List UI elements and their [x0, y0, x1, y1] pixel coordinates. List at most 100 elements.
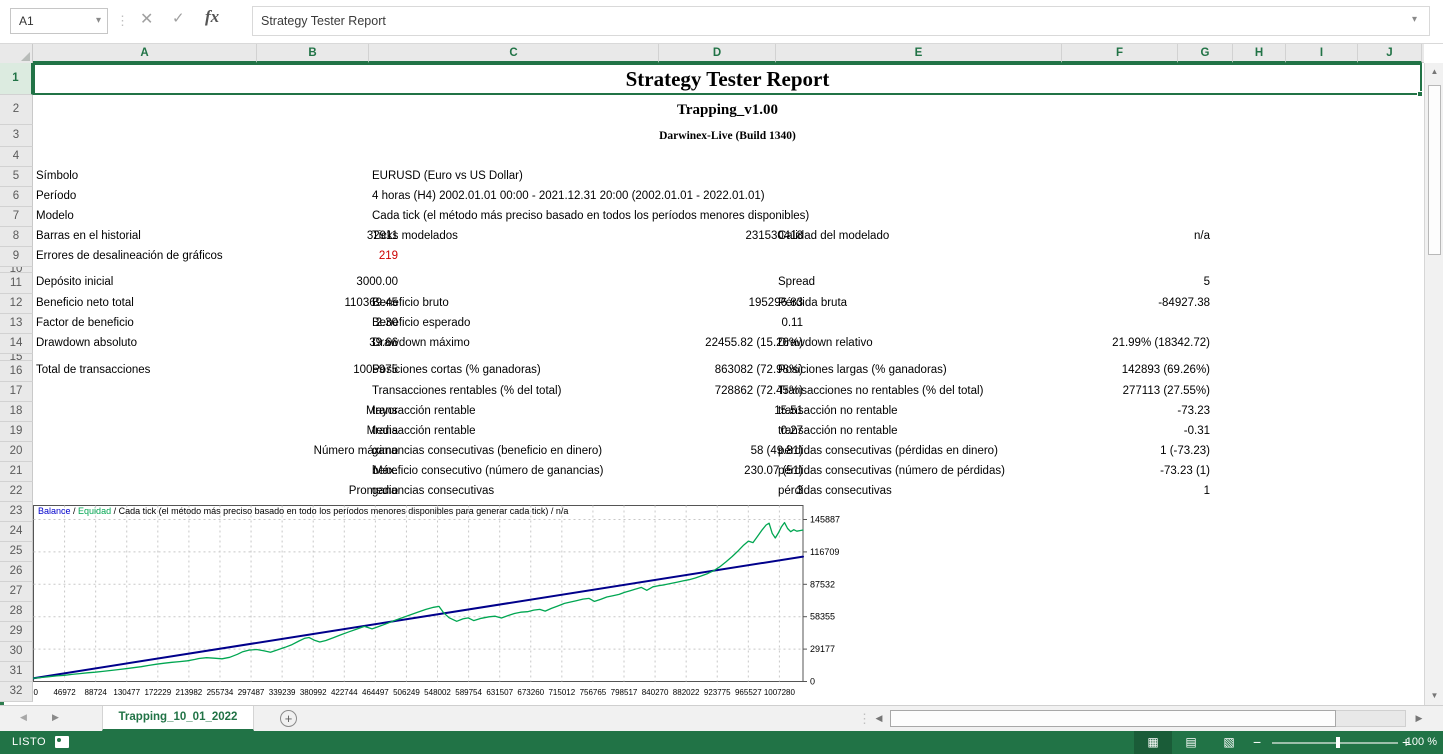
sheet-tab-active[interactable]: Trapping_10_01_2022: [102, 706, 254, 731]
row-header-31[interactable]: 31: [0, 662, 33, 682]
tab-scroll-left-icon[interactable]: ◀: [20, 712, 27, 723]
page-layout-view-button[interactable]: ▤: [1172, 731, 1210, 754]
cell[interactable]: pérdidas consecutivas (pérdidas en diner…: [778, 442, 1068, 462]
row-header-9[interactable]: 9: [0, 247, 33, 267]
enter-icon[interactable]: ✓: [172, 9, 185, 27]
zoom-out-button[interactable]: −: [1253, 734, 1261, 750]
row-header-4[interactable]: 4: [0, 147, 33, 167]
row-header-6[interactable]: 6: [0, 187, 33, 207]
row-header-7[interactable]: 7: [0, 207, 33, 227]
row-header-26[interactable]: 26: [0, 562, 33, 582]
zoom-slider-track[interactable]: [1272, 742, 1398, 744]
row-header-18[interactable]: 18: [0, 402, 33, 422]
column-header-E[interactable]: E: [776, 44, 1062, 63]
cell[interactable]: 22455.82 (15.26%): [591, 334, 803, 354]
name-box[interactable]: A1 ▾: [10, 8, 108, 34]
row-header-28[interactable]: 28: [0, 602, 33, 622]
select-all-corner[interactable]: [0, 44, 33, 63]
formula-bar-expand-icon[interactable]: ▾: [1412, 14, 1417, 25]
formula-input[interactable]: Strategy Tester Report: [252, 6, 1430, 36]
cell[interactable]: EURUSD (Euro vs US Dollar): [372, 167, 662, 187]
name-box-dropdown-icon[interactable]: ▾: [96, 9, 101, 33]
fill-handle[interactable]: [1417, 91, 1423, 97]
report-subtitle-cell[interactable]: Trapping_v1.00: [33, 95, 1422, 125]
cell[interactable]: Período: [36, 187, 258, 207]
cell[interactable]: Pérdida bruta: [778, 294, 1068, 314]
column-header-H[interactable]: H: [1233, 44, 1286, 63]
cell[interactable]: transacción no rentable: [778, 422, 1068, 442]
cell[interactable]: 195296.83: [591, 294, 803, 314]
row-header-15[interactable]: 15: [0, 354, 33, 361]
cell[interactable]: 1 (-73.23): [1068, 442, 1210, 462]
cell[interactable]: 3000.00: [271, 273, 398, 294]
row-header-1[interactable]: 1: [0, 63, 33, 95]
row-header-3[interactable]: 3: [0, 125, 33, 147]
row-header-12[interactable]: 12: [0, 294, 33, 314]
row-header-19[interactable]: 19: [0, 422, 33, 442]
row-header-20[interactable]: 20: [0, 442, 33, 462]
row-header-23[interactable]: 23: [0, 502, 33, 522]
cell[interactable]: 5: [1068, 273, 1210, 294]
row-header-5[interactable]: 5: [0, 167, 33, 187]
cell[interactable]: Total de transacciones: [36, 361, 258, 382]
row-header-21[interactable]: 21: [0, 462, 33, 482]
cell[interactable]: transacción no rentable: [778, 402, 1068, 422]
cell[interactable]: -73.23: [1068, 402, 1210, 422]
cell[interactable]: 4 horas (H4) 2002.01.01 00:00 - 2021.12.…: [372, 187, 662, 207]
cell[interactable]: 230.07 (51): [591, 462, 803, 482]
macro-record-icon[interactable]: [55, 736, 69, 748]
row-header-24[interactable]: 24: [0, 522, 33, 542]
cell[interactable]: Transacciones no rentables (% del total): [778, 382, 1068, 402]
cell[interactable]: 15.51: [591, 402, 803, 422]
column-header-J[interactable]: J: [1358, 44, 1422, 63]
cell[interactable]: 231530418: [591, 227, 803, 247]
cell[interactable]: Barras en el historial: [36, 227, 258, 247]
cell-error-count[interactable]: 219: [271, 247, 398, 267]
vertical-scrollbar[interactable]: ▲ ▼: [1424, 63, 1443, 705]
cell[interactable]: Posiciones largas (% ganadoras): [778, 361, 1068, 382]
cell[interactable]: Modelo: [36, 207, 258, 227]
row-header-22[interactable]: 22: [0, 482, 33, 502]
cell[interactable]: Drawdown absoluto: [36, 334, 258, 354]
column-header-A[interactable]: A: [33, 44, 257, 63]
cell[interactable]: -73.23 (1): [1068, 462, 1210, 482]
row-header-32[interactable]: 32: [0, 682, 33, 702]
cell[interactable]: 0.27: [591, 422, 803, 442]
cell[interactable]: 142893 (69.26%): [1068, 361, 1210, 382]
row-header-30[interactable]: 30: [0, 642, 33, 662]
row-header-17[interactable]: 17: [0, 382, 33, 402]
cell[interactable]: n/a: [1068, 227, 1210, 247]
row-header-2[interactable]: 2: [0, 95, 33, 125]
column-header-B[interactable]: B: [257, 44, 369, 63]
new-sheet-button[interactable]: +: [280, 710, 297, 727]
cell[interactable]: pérdidas consecutivas: [778, 482, 1068, 502]
cell[interactable]: Errores de desalineación de gráficos: [36, 247, 258, 267]
scroll-up-icon[interactable]: ▲: [1425, 67, 1443, 76]
row-header-8[interactable]: 8: [0, 227, 33, 247]
cell[interactable]: 728862 (72.45%): [591, 382, 803, 402]
hscroll-right-icon[interactable]: ▶: [1410, 710, 1428, 727]
cell[interactable]: 3: [591, 482, 803, 502]
column-header-C[interactable]: C: [369, 44, 659, 63]
report-build-cell[interactable]: Darwinex-Live (Build 1340): [33, 125, 1422, 147]
cell[interactable]: Símbolo: [36, 167, 258, 187]
hscroll-left-icon[interactable]: ◀: [870, 710, 888, 727]
horizontal-scroll-thumb[interactable]: [890, 710, 1336, 727]
cell[interactable]: Factor de beneficio: [36, 314, 258, 334]
cell[interactable]: Cada tick (el método más preciso basado …: [372, 207, 662, 227]
row-header-29[interactable]: 29: [0, 622, 33, 642]
cell[interactable]: pérdidas consecutivas (número de pérdida…: [778, 462, 1068, 482]
row-header-25[interactable]: 25: [0, 542, 33, 562]
page-break-view-button[interactable]: ▧: [1210, 731, 1248, 754]
cell[interactable]: Beneficio neto total: [36, 294, 258, 314]
cell[interactable]: Spread: [778, 273, 1068, 294]
cell[interactable]: 58 (49.81): [591, 442, 803, 462]
column-header-G[interactable]: G: [1178, 44, 1233, 63]
cancel-icon[interactable]: ✕: [140, 9, 153, 29]
row-header-27[interactable]: 27: [0, 582, 33, 602]
report-title-cell[interactable]: Strategy Tester Report: [33, 63, 1422, 95]
row-header-11[interactable]: 11: [0, 273, 33, 294]
vertical-scroll-thumb[interactable]: [1428, 85, 1441, 255]
scroll-down-icon[interactable]: ▼: [1425, 691, 1443, 700]
cell[interactable]: 0.11: [591, 314, 803, 334]
